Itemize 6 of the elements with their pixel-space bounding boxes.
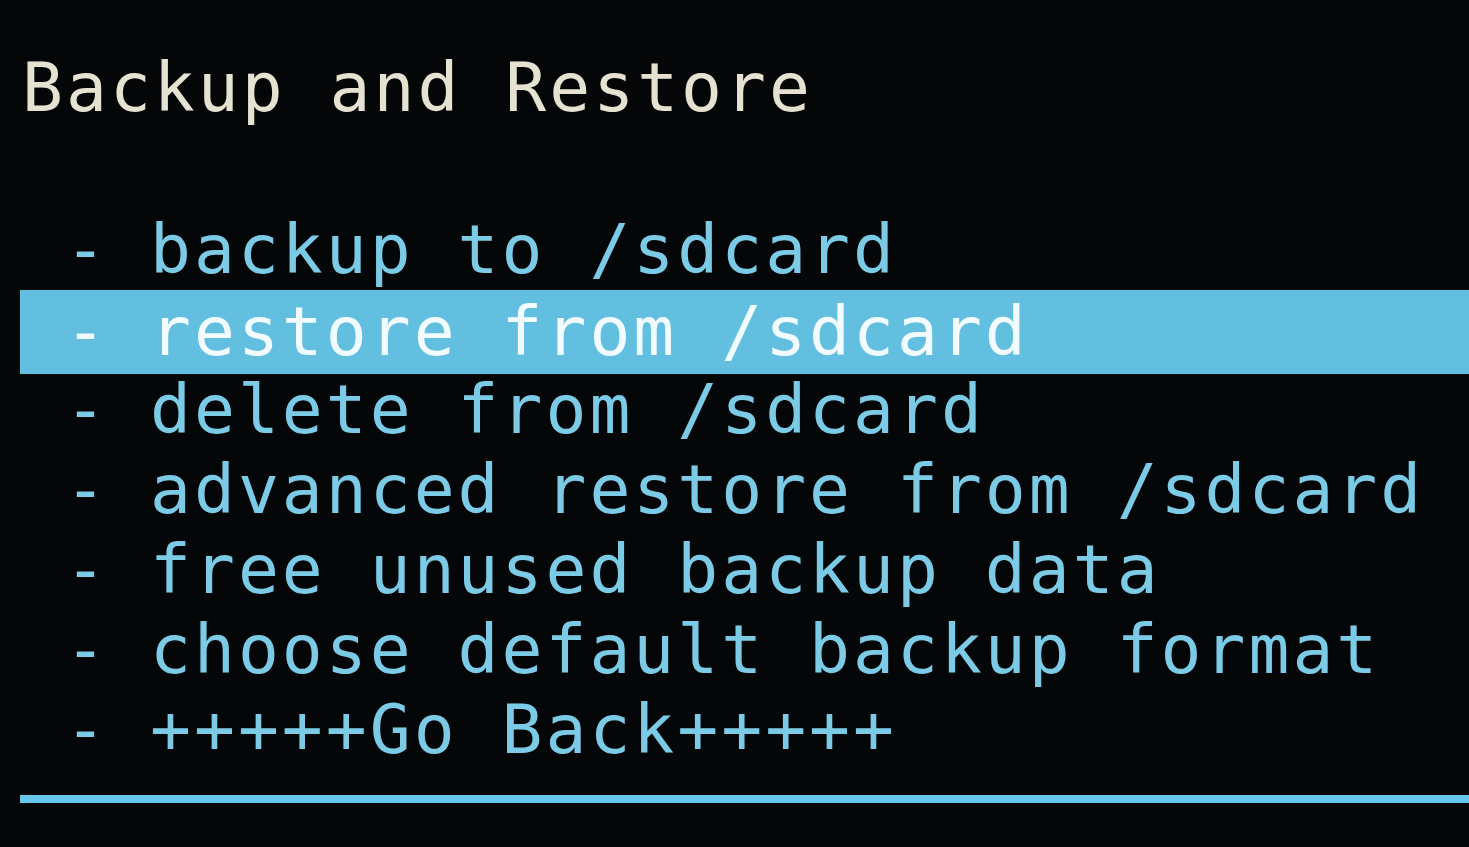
menu-item[interactable]: - choose default backup format: [20, 610, 1469, 690]
menu-title: Backup and Restore: [21, 48, 813, 128]
menu-item[interactable]: - free unused backup data: [20, 530, 1469, 610]
menu-item[interactable]: - backup to /sdcard: [20, 210, 1469, 290]
menu-item[interactable]: - advanced restore from /sdcard: [20, 450, 1469, 530]
menu-item[interactable]: - +++++Go Back+++++: [20, 690, 1469, 770]
